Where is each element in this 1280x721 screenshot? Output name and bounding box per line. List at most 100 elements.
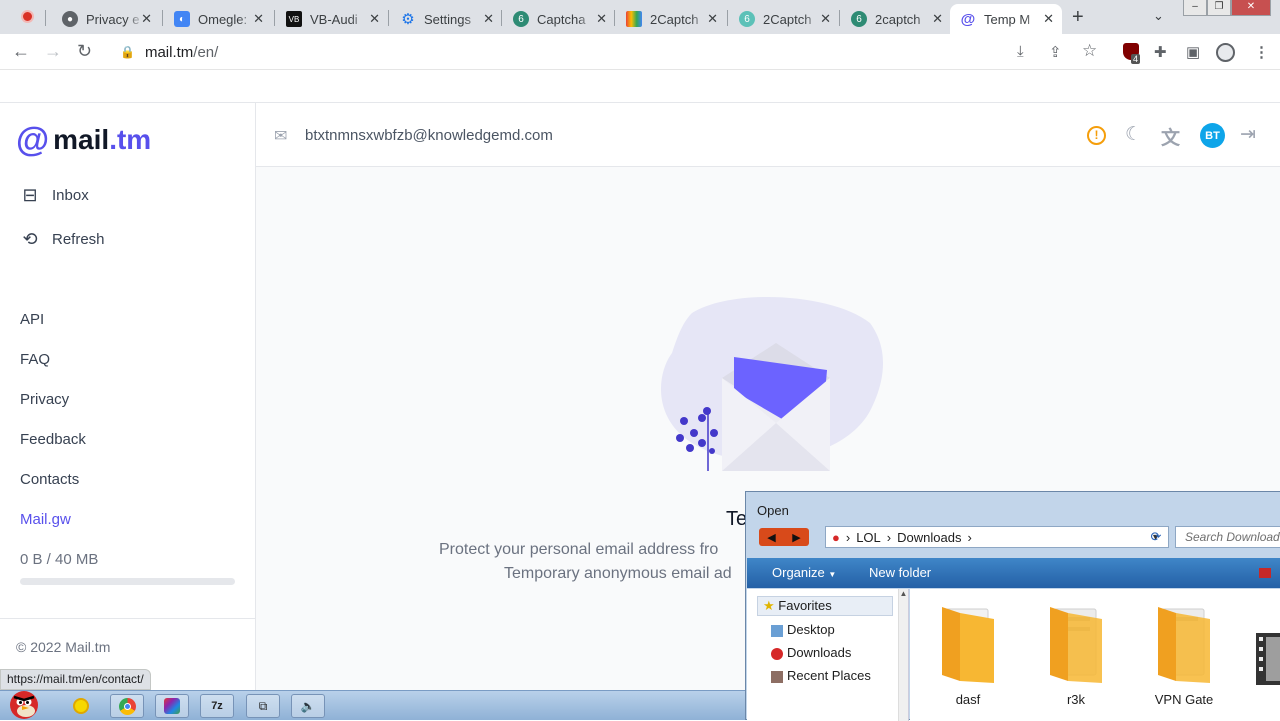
tab-label: 2Captch [650,11,699,27]
warning-icon[interactable]: ! [1087,126,1106,145]
profile-avatar-icon[interactable] [1216,43,1235,62]
mail-icon: ✉ [274,128,288,145]
link-mail-gw[interactable]: Mail.gw [20,511,71,528]
tab-label: VB-Audi [310,11,358,27]
close-window-button[interactable]: ✕ [1231,0,1271,16]
back-arrow-icon[interactable]: ← [12,41,30,62]
nav-item-desktop[interactable]: Desktop [787,622,835,637]
new-tab-button[interactable]: + [1072,6,1084,29]
folder-icon[interactable] [1046,603,1106,685]
back-arrow-icon[interactable]: ◀ [767,531,775,544]
restore-button[interactable]: ❐ [1207,0,1231,16]
more-menu-icon[interactable]: ⋮ [1254,43,1269,61]
forward-arrow-icon[interactable]: ▶ [792,531,800,544]
logo-text: mail.tm [53,124,151,156]
tab-temp-mail[interactable]: @ Temp M ✕ [950,4,1062,34]
favorites-label: Favorites [778,598,832,613]
forward-arrow-icon[interactable]: → [44,41,62,62]
colorful-app-icon[interactable] [155,694,189,718]
tab-privacy[interactable]: ● Privacy e ✕ [52,4,160,34]
sidebar-item-label: Inbox [52,187,89,204]
tab-settings[interactable]: ⚙ Settings ✕ [390,4,502,34]
close-icon[interactable]: ✕ [707,11,718,27]
side-panel-icon[interactable]: ▣ [1186,43,1200,61]
bookmark-star-icon[interactable]: ☆ [1082,41,1097,61]
link-faq[interactable]: FAQ [20,351,50,368]
breadcrumb-downloads[interactable]: Downloads [897,530,961,545]
captcha-icon: 6 [513,11,529,27]
user-avatar[interactable]: BT [1200,123,1225,148]
install-app-icon[interactable]: ⤓ [1017,43,1024,60]
file-name[interactable]: VPN Gate [1139,692,1229,707]
link-privacy[interactable]: Privacy [20,391,69,408]
chrome-taskbar-icon[interactable] [110,694,144,718]
video-file-icon[interactable] [1256,633,1280,685]
at-icon: @ [960,10,976,28]
sidebar-item-refresh[interactable]: ⟲ Refresh [20,229,104,250]
minimize-button[interactable]: ‒ [1183,0,1207,16]
url-path: /en/ [193,43,219,61]
site-logo[interactable]: @ mail.tm [16,123,151,157]
tab-vb-audio[interactable]: VB VB-Audi ✕ [276,4,388,34]
share-icon[interactable]: ⇪ [1049,43,1062,61]
tab-omegle[interactable]: ◐ Omegle: ✕ [164,4,272,34]
close-icon[interactable]: ✕ [1043,11,1054,27]
dialog-refresh-icon[interactable]: ⟳ [1145,527,1167,547]
mailbox-header: ✉ btxtnmnsxwbfzb@knowledgemd.com ! ☾ 文 B… [256,103,1280,167]
sidebar-item-inbox[interactable]: ⊟ Inbox [20,185,89,206]
favorites-header[interactable]: ★ Favorites [757,596,893,616]
tab-2captcha-lower[interactable]: 6 2captch ✕ [841,4,951,34]
tab-label: Captcha [537,11,586,27]
link-api[interactable]: API [20,311,44,328]
organize-button[interactable]: Organize ▼ [772,565,836,580]
7zip-taskbar-icon[interactable]: 7z [200,694,234,718]
tab-2captcha-rainbow[interactable]: 2Captch ✕ [616,4,726,34]
tab-2captcha[interactable]: 6 2Captch ✕ [729,4,839,34]
file-name[interactable]: dasf [923,692,1013,707]
remote-desktop-taskbar-icon[interactable]: ⧉ [246,694,280,718]
dialog-address-bar[interactable]: ● › LOL › Downloads › ▼ [825,526,1169,548]
gear-icon: ⚙ [401,11,415,28]
close-icon[interactable]: ✕ [483,11,494,27]
folder-icon[interactable] [938,603,998,685]
url-text[interactable]: mail.tm/en/ [145,44,218,61]
link-contacts[interactable]: Contacts [20,471,79,488]
storage-quota-bar [20,578,235,585]
breadcrumb-lol[interactable]: LOL [856,530,881,545]
translate-icon[interactable]: 文 [1161,123,1180,150]
close-icon[interactable]: ✕ [932,11,943,27]
record-icon[interactable] [21,10,34,23]
nav-item-downloads[interactable]: Downloads [787,645,851,660]
audio-taskbar-icon[interactable]: 🔈 [291,694,325,718]
close-icon[interactable]: ✕ [596,11,607,27]
help-flag-icon[interactable] [1259,568,1271,578]
tab-search-chevron-icon[interactable]: ⌄ [1153,8,1164,24]
email-address[interactable]: btxtnmnsxwbfzb@knowledgemd.com [305,127,553,144]
close-icon[interactable]: ✕ [369,11,380,27]
sun-app-icon[interactable] [64,694,98,718]
dark-mode-moon-icon[interactable]: ☾ [1125,123,1142,146]
link-feedback[interactable]: Feedback [20,431,86,448]
angry-bird-start-icon[interactable] [4,685,44,721]
tab-separator [501,10,502,26]
file-name[interactable]: r3k [1031,692,1121,707]
nav-scrollbar[interactable]: ▲ [898,589,908,721]
nav-item-recent-places[interactable]: Recent Places [787,668,871,683]
folder-icon[interactable] [1154,603,1214,685]
logo-name: mail [53,124,110,155]
downloads-icon [771,648,783,660]
dialog-search-input[interactable]: Search Download [1175,526,1280,548]
close-icon[interactable]: ✕ [820,11,831,27]
tab-label: Privacy e [86,11,140,27]
tab-captcha[interactable]: 6 Captcha ✕ [503,4,615,34]
dialog-back-forward-buttons[interactable]: ◀ ▶ [759,528,809,546]
breadcrumb-separator-icon: › [845,529,851,545]
close-icon[interactable]: ✕ [253,11,264,27]
address-bar[interactable]: 🔒 mail.tm/en/ [108,38,1108,66]
close-icon[interactable]: ✕ [141,11,152,27]
reload-icon[interactable]: ↻ [77,41,92,62]
extensions-puzzle-icon[interactable]: ✚ [1154,43,1167,61]
logout-icon[interactable]: ⇥ [1240,123,1256,146]
tab-label: Temp M [984,11,1031,27]
new-folder-button[interactable]: New folder [869,565,931,580]
